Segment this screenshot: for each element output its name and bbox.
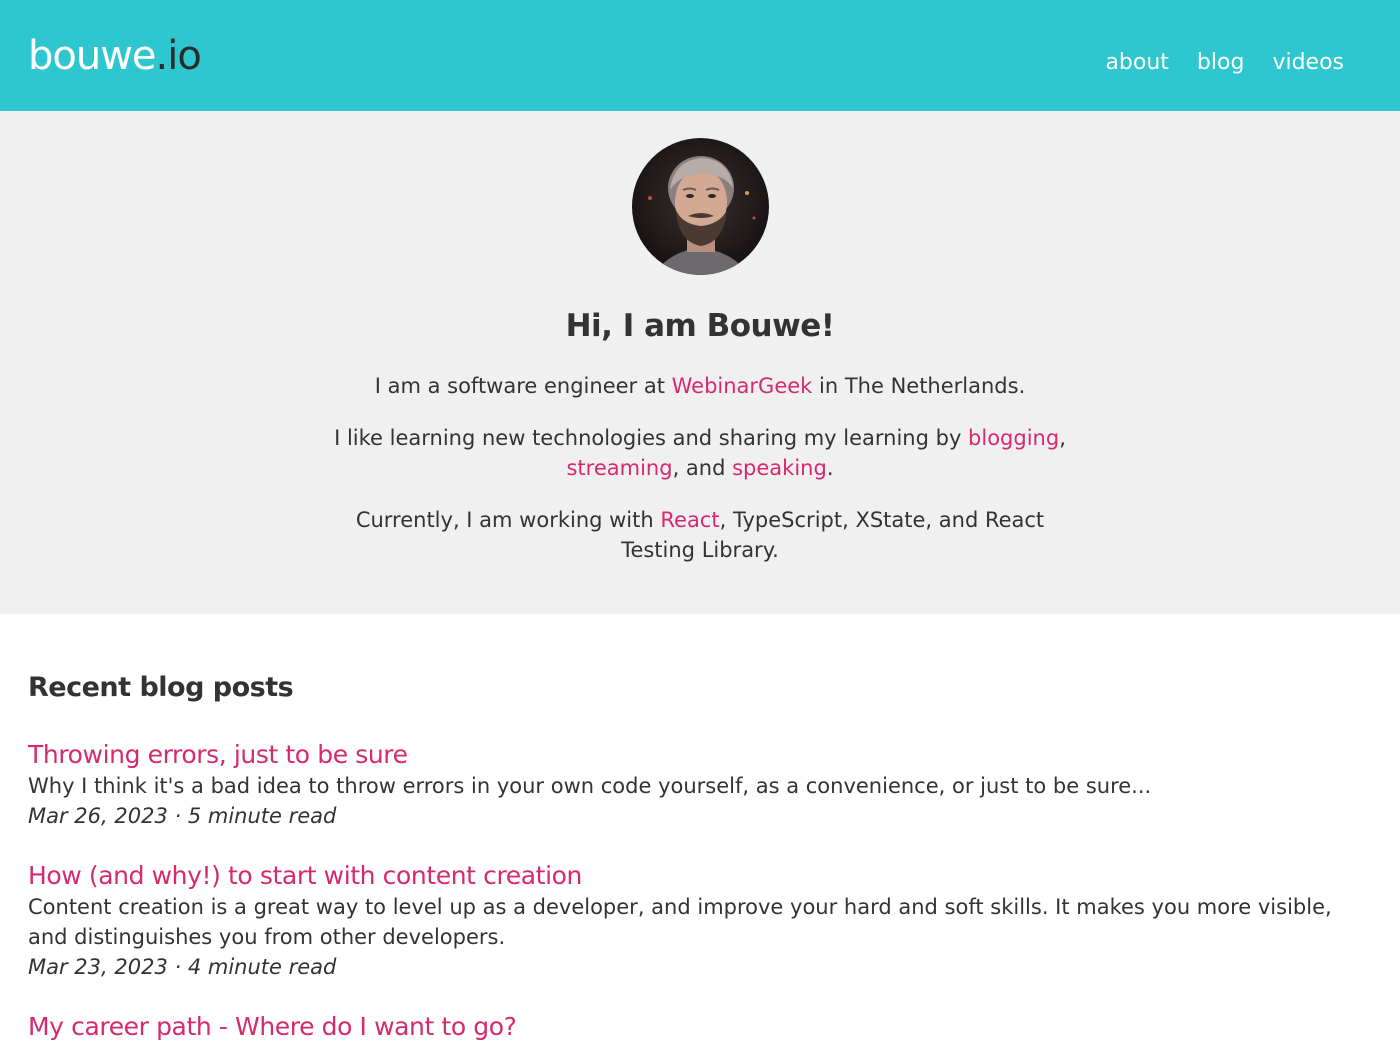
blog-post-item: Throwing errors, just to be sure Why I t… [28, 739, 1372, 831]
logo-main-text: bouwe [28, 33, 157, 79]
hero-title: Hi, I am Bouwe! [565, 308, 835, 344]
speaking-link[interactable]: speaking [732, 456, 827, 480]
current-before: Currently, I am working with [355, 508, 661, 532]
profile-photo-icon [631, 138, 769, 275]
nav-blog-link[interactable]: blog [1197, 46, 1245, 80]
logo-tld-text: .io [155, 33, 202, 79]
main-nav: about blog videos [1105, 46, 1344, 80]
site-logo[interactable]: bouwe.io [28, 30, 202, 82]
post-meta: Mar 23, 2023 · 4 minute read [28, 955, 337, 979]
hero-learning-text: I like learning new technologies and sha… [320, 423, 1080, 483]
nav-about-link[interactable]: about [1105, 46, 1168, 80]
blogging-link[interactable]: blogging [968, 426, 1059, 450]
blog-post-item: How (and why!) to start with content cre… [28, 860, 1372, 982]
blog-post-item: My career path - Where do I want to go? [28, 1011, 1372, 1043]
post-title-link[interactable]: How (and why!) to start with content cre… [28, 860, 1372, 892]
recent-posts-heading: Recent blog posts [28, 672, 294, 703]
post-title-link[interactable]: My career path - Where do I want to go? [28, 1011, 1372, 1043]
webinargeek-link[interactable]: WebinarGeek [672, 374, 813, 398]
hero-current-text: Currently, I am working with React, Type… [320, 505, 1080, 565]
learning-sep2: , and [672, 456, 733, 480]
learning-sep1: , [1059, 426, 1066, 450]
recent-posts-section: Recent blog posts Throwing errors, just … [0, 614, 1400, 1043]
learning-before: I like learning new technologies and sha… [334, 426, 969, 450]
intro-after: in The Netherlands. [812, 374, 1026, 398]
learning-after: . [826, 456, 834, 480]
avatar [631, 138, 769, 275]
post-title-link[interactable]: Throwing errors, just to be sure [28, 739, 1372, 771]
post-meta: Mar 26, 2023 · 5 minute read [28, 804, 337, 828]
post-excerpt: Why I think it's a bad idea to throw err… [28, 774, 1152, 798]
react-link[interactable]: React [660, 508, 719, 532]
hero-section: Hi, I am Bouwe! I am a software engineer… [0, 111, 1400, 614]
streaming-link[interactable]: streaming [566, 456, 672, 480]
intro-before: I am a software engineer at [374, 374, 672, 398]
post-excerpt: Content creation is a great way to level… [28, 895, 1332, 949]
nav-videos-link[interactable]: videos [1272, 46, 1344, 80]
hero-intro-text: I am a software engineer at WebinarGeek … [320, 371, 1080, 401]
site-header: bouwe.io about blog videos [0, 0, 1400, 111]
